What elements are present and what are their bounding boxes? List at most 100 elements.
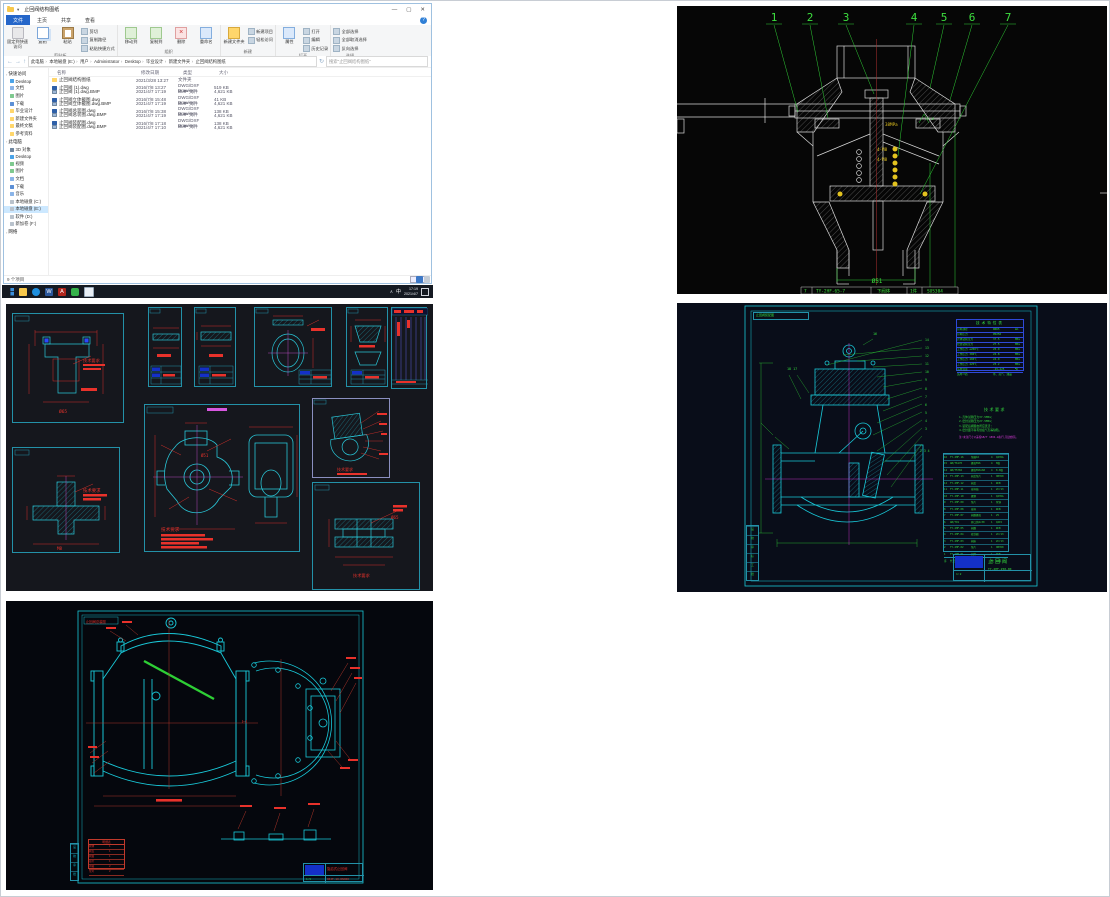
minimize-button[interactable]: — <box>392 7 398 13</box>
ime-indicator[interactable]: 中 <box>396 288 401 295</box>
title-bar[interactable]: ▾ 止回阀结构图纸 — ▢ ✕ <box>4 4 431 15</box>
part-sheet-bracket[interactable]: 技术要求 Ø65 <box>12 313 124 423</box>
breadcrumb-segment[interactable]: 此电脑 <box>31 59 48 65</box>
sidebar-item[interactable]: 下载 <box>4 183 48 191</box>
taskbar-autocad-icon[interactable]: A <box>58 287 66 296</box>
column-headers[interactable]: 名称 修改日期 类型 大小 <box>49 69 431 77</box>
sidebar-item[interactable]: Desktop <box>4 78 48 85</box>
sidebar-item[interactable]: 文档 <box>4 175 48 183</box>
breadcrumb-segment[interactable]: 止回阀结构图纸 <box>196 59 226 65</box>
breadcrumb-segment[interactable]: 本地磁盘 (E:) <box>49 59 79 65</box>
sidebar-item[interactable]: Desktop <box>4 153 48 160</box>
invert-selection-button[interactable]: 反向选择 <box>333 45 367 52</box>
taskbar-notepad-icon[interactable] <box>84 286 94 297</box>
easy-access-button[interactable]: 轻松访问 <box>247 36 273 44</box>
tab-file[interactable]: 文件 <box>6 15 31 25</box>
taskbar-word-icon[interactable]: W <box>45 287 53 296</box>
tab-view[interactable]: 查看 <box>78 15 102 25</box>
delete-button[interactable]: × 删除 <box>170 26 193 45</box>
notification-icon[interactable] <box>421 287 429 296</box>
part-sheet-bonnet[interactable]: 技术要求 <box>312 398 390 478</box>
rename-button[interactable]: 重命名 <box>195 26 218 45</box>
part-sheet-pin2[interactable] <box>194 307 236 387</box>
part-sheet-pin1[interactable] <box>148 307 182 387</box>
breadcrumb[interactable]: 此电脑本地磁盘 (E:)用户AdministratorDesktop毕业设计新建… <box>28 56 317 67</box>
address-bar: ← → ↑ 此电脑本地磁盘 (E:)用户AdministratorDesktop… <box>4 56 431 68</box>
sidebar-this-pc[interactable]: 此电脑 <box>8 139 22 145</box>
part-sheet-seat[interactable] <box>346 307 388 387</box>
taskbar-edge-icon[interactable] <box>32 287 40 296</box>
maximize-button[interactable]: ▢ <box>406 7 411 13</box>
part-sheet-flange[interactable]: Ø65 技术要求 <box>312 482 420 590</box>
properties-icon <box>283 27 296 39</box>
taskbar-wechat-icon[interactable] <box>71 287 79 296</box>
paste-shortcut-button[interactable]: 粘贴快捷方式 <box>81 45 115 52</box>
part-sheet-valve-body[interactable]: Ø51 技术要求 <box>144 404 300 552</box>
part-sheet-gasket[interactable] <box>254 307 332 387</box>
sidebar-item[interactable]: 图片 <box>4 92 48 100</box>
tab-home[interactable]: 主页 <box>30 15 54 25</box>
taskbar-explorer-icon[interactable] <box>19 287 27 296</box>
breadcrumb-segment[interactable]: 用户 <box>80 59 93 65</box>
part-sheet-disc[interactable]: 技术要求 M8 <box>12 447 120 553</box>
sidebar-item[interactable]: 下载 <box>4 100 48 108</box>
pin-to-quick-access-button[interactable]: 固定到快速访问 <box>6 26 29 49</box>
sidebar-item[interactable]: 视频 <box>4 160 48 168</box>
sidebar-item[interactable]: 本地磁盘 (C:) <box>4 198 48 206</box>
paste-button[interactable]: 粘贴 <box>56 26 79 45</box>
select-all-button[interactable]: 全部选择 <box>333 28 367 35</box>
sidebar-item[interactable]: 新建文件夹 <box>4 115 48 123</box>
copy-icon <box>36 27 49 39</box>
sidebar-item[interactable]: 图片 <box>4 168 48 176</box>
svg-text:技术要求: 技术要求 <box>337 466 353 472</box>
sidebar-item[interactable]: 参考资料 <box>4 130 48 138</box>
up-button[interactable]: ↑ <box>23 59 26 65</box>
sidebar-item[interactable]: 新加卷 (F:) <box>4 221 48 229</box>
sidebar-network[interactable]: 网络 <box>8 229 17 235</box>
sidebar-item[interactable]: 最终文稿 <box>4 123 48 131</box>
move-to-button[interactable]: 移动到 <box>120 26 143 45</box>
sidebar-item[interactable]: 本地磁盘 (E:) <box>4 205 48 214</box>
sidebar-item[interactable]: 3D 对象 <box>4 146 48 154</box>
breadcrumb-segment[interactable]: Administrator <box>94 59 124 64</box>
tray-caret-icon[interactable]: ∧ <box>390 289 393 295</box>
close-button[interactable]: ✕ <box>420 7 425 13</box>
svg-text:1件: 1件 <box>910 288 918 295</box>
sidebar-item[interactable]: 毕业设计 <box>4 107 48 115</box>
copy-button[interactable]: 复制 <box>31 26 54 45</box>
sidebar-item[interactable]: 音乐 <box>4 190 48 198</box>
ribbon-group-open: 属性 打开 编辑 历史记录 打开 <box>276 25 332 58</box>
open-button[interactable]: 打开 <box>302 28 328 35</box>
properties-button[interactable]: 属性 <box>278 26 301 45</box>
breadcrumb-segment[interactable]: 新建文件夹 <box>169 59 195 65</box>
select-none-button[interactable]: 全部取消选择 <box>333 36 367 44</box>
part-sheet-partslist[interactable] <box>391 307 429 389</box>
search-input[interactable]: 搜索"止回阀结构图纸" <box>326 56 428 67</box>
tab-share[interactable]: 共享 <box>54 15 78 25</box>
copy-to-button[interactable]: 复制到 <box>145 26 168 45</box>
title-block: 旋启式止回阀 H44T-10-DN300 1:5 <box>303 863 364 883</box>
history-button[interactable]: 历史记录 <box>302 45 328 52</box>
taskbar-clock[interactable]: 17:19 2021/4/7 <box>404 287 418 295</box>
forward-button[interactable]: → <box>15 59 21 65</box>
technical-notes: 技术要求 1.壳体试验压力37.5MPa; 2.密封试验压力27.5MPa; 3.装… <box>959 407 1019 439</box>
svg-text:Ø65: Ø65 <box>59 408 67 415</box>
sidebar-item-icon <box>10 222 14 227</box>
breadcrumb-segment[interactable]: Desktop <box>125 59 145 64</box>
help-icon[interactable]: ? <box>420 16 427 24</box>
new-item-button[interactable]: 新建项目 <box>247 28 273 35</box>
breadcrumb-segment[interactable]: 毕业设计 <box>146 59 168 65</box>
cut-button[interactable]: 剪切 <box>81 28 115 35</box>
sidebar-quick-access[interactable]: 快速访问 <box>8 71 26 77</box>
start-button[interactable] <box>6 287 14 296</box>
refresh-icon[interactable]: ↻ <box>319 58 324 65</box>
ime-floating-bar[interactable] <box>416 276 430 283</box>
copy-path-button[interactable]: 复制路径 <box>81 36 115 44</box>
sidebar-item[interactable]: 文档 <box>4 85 48 93</box>
edit-button[interactable]: 编辑 <box>302 36 328 44</box>
back-button[interactable]: ← <box>7 59 13 65</box>
sidebar-item[interactable]: 软件 (D:) <box>4 213 48 221</box>
table-row[interactable]: 止回阀装配图.dwg.BMP 2021/4/7 17:10 BMP 文件 4,6… <box>49 124 431 130</box>
quick-access-toolbar[interactable]: ▾ <box>17 7 19 13</box>
new-folder-button[interactable]: 新建文件夹 <box>223 26 246 45</box>
